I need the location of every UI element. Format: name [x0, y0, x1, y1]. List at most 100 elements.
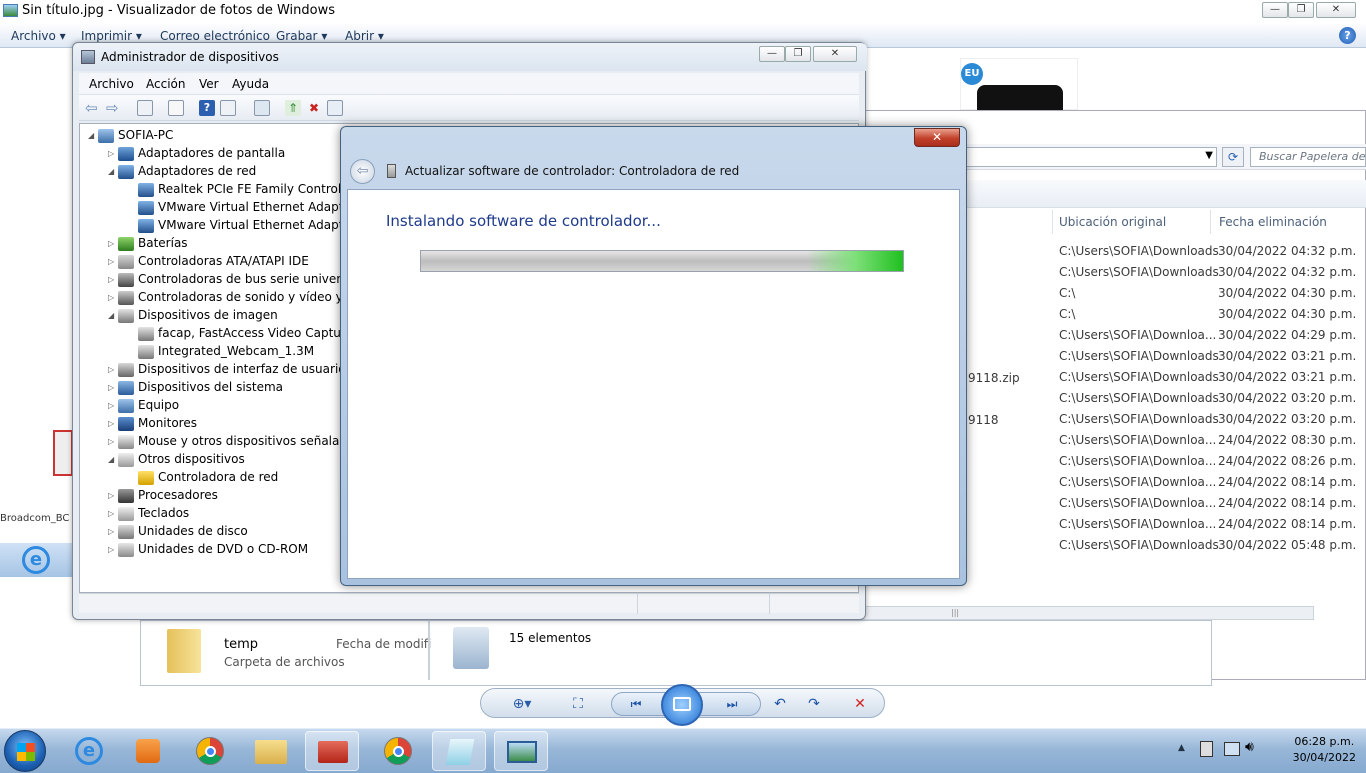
address-bar[interactable]: ▼ — [965, 147, 1217, 167]
previous-icon[interactable]: ⏮ — [625, 695, 647, 713]
dm-menu-ayuda[interactable]: Ayuda — [232, 77, 269, 91]
refresh-icon[interactable]: ⟳ — [1222, 147, 1244, 167]
column-ubicacion[interactable]: Ubicación original — [1059, 215, 1166, 229]
taskbar-toolbox[interactable] — [305, 731, 359, 771]
dm-minimize-button[interactable]: — — [759, 46, 785, 62]
actual-size-icon[interactable]: ⛶ — [567, 695, 589, 713]
expander-icon[interactable]: ◢ — [88, 127, 98, 145]
tree-node[interactable]: ▷ Procesadores — [108, 486, 218, 504]
tree-node[interactable]: ◢ Adaptadores de red — [108, 162, 256, 180]
tree-node[interactable]: Realtek PCIe FE Family Controller — [128, 180, 357, 198]
tree-node[interactable]: ▷ Equipo — [108, 396, 179, 414]
tree-node[interactable]: ◢ Dispositivos de imagen — [108, 306, 278, 324]
chevron-down-icon[interactable]: ▼ — [1205, 150, 1213, 161]
tree-node[interactable]: facap, FastAccess Video Capture — [128, 324, 353, 342]
help-icon[interactable]: ? — [199, 100, 215, 116]
menu-imprimir[interactable]: Imprimir ▾ — [81, 29, 142, 43]
dm-menu-archivo[interactable]: Archivo — [89, 77, 134, 91]
tree-node[interactable]: Integrated_Webcam_1.3M — [128, 342, 314, 360]
search-input[interactable]: Buscar Papelera de r — [1250, 147, 1366, 167]
expander-icon[interactable]: ▷ — [108, 397, 118, 415]
expander-icon[interactable]: ▷ — [108, 145, 118, 163]
tree-node[interactable]: ▷ Teclados — [108, 504, 189, 522]
start-button[interactable] — [4, 730, 46, 772]
expander-icon[interactable]: ▷ — [108, 361, 118, 379]
expander-icon[interactable]: ▷ — [108, 379, 118, 397]
console-tree-icon[interactable] — [137, 100, 153, 116]
tree-node[interactable]: ▷ Unidades de DVD o CD-ROM — [108, 540, 308, 558]
horizontal-scrollbar[interactable]: ||| — [860, 606, 1314, 620]
expander-icon[interactable]: ◢ — [108, 451, 118, 469]
taskbar-media-player[interactable] — [122, 731, 176, 771]
taskbar-notepad[interactable] — [432, 731, 486, 771]
close-button[interactable]: ✕ — [1316, 2, 1356, 18]
wizard-back-button[interactable]: ⇦ — [350, 159, 375, 184]
tree-node[interactable]: ▷ Dispositivos del sistema — [108, 378, 283, 396]
help-icon[interactable]: ? — [1339, 27, 1356, 44]
tree-node[interactable]: ▷ Controladoras ATA/ATAPI IDE — [108, 252, 309, 270]
dm-close-button[interactable]: ✕ — [813, 46, 857, 62]
dm-menu-accion[interactable]: Acción — [146, 77, 185, 91]
disable-device-icon[interactable] — [327, 100, 343, 116]
tree-node[interactable]: ▷ Unidades de disco — [108, 522, 248, 540]
volume-icon[interactable]: 🔊︎ — [1245, 739, 1254, 755]
expander-icon[interactable]: ▷ — [108, 487, 118, 505]
expander-icon[interactable]: ◢ — [108, 163, 118, 181]
taskbar-explorer[interactable] — [244, 731, 298, 771]
back-arrow-icon[interactable]: ⇦ — [85, 100, 101, 116]
zoom-icon[interactable]: ⊕▾ — [511, 695, 533, 713]
tree-node[interactable]: ▷ Mouse y otros dispositivos señaladore — [108, 432, 366, 450]
taskbar-chrome-2[interactable] — [371, 731, 425, 771]
menu-archivo[interactable]: Archivo ▾ — [11, 29, 66, 43]
delete-icon[interactable]: ✕ — [849, 695, 871, 713]
usb-device-icon[interactable] — [1200, 741, 1213, 757]
expander-icon[interactable]: ▷ — [108, 523, 118, 541]
scan-hardware-icon[interactable] — [254, 100, 270, 116]
minimize-button[interactable]: — — [1262, 2, 1288, 18]
dm-maximize-button[interactable]: ❐ — [785, 46, 811, 62]
view-icon[interactable] — [220, 100, 236, 116]
properties-icon[interactable] — [168, 100, 184, 116]
tree-node[interactable]: ◢ SOFIA-PC — [88, 126, 173, 144]
show-hidden-icons-icon[interactable]: ▲ — [1178, 743, 1185, 753]
clock[interactable]: 06:28 p.m. 30/04/2022 — [1293, 734, 1356, 766]
expander-icon[interactable]: ▷ — [108, 271, 118, 289]
expander-icon[interactable]: ▷ — [108, 253, 118, 271]
expander-icon[interactable]: ▷ — [108, 415, 118, 433]
tree-node[interactable]: ▷ Controladoras de bus serie universal — [108, 270, 358, 288]
tree-node[interactable]: ▷ Monitores — [108, 414, 197, 432]
expander-icon[interactable]: ▷ — [108, 433, 118, 451]
tree-node[interactable]: VMware Virtual Ethernet Adapter f — [128, 216, 364, 234]
taskbar-internet-explorer[interactable]: e — [62, 731, 116, 771]
menu-abrir[interactable]: Abrir ▾ — [345, 29, 384, 43]
taskbar-chrome[interactable] — [183, 731, 237, 771]
tree-node[interactable]: ▷ Controladoras de sonido y vídeo y dis — [108, 288, 364, 306]
taskbar-photo-viewer[interactable] — [494, 731, 548, 771]
expander-icon[interactable]: ▷ — [108, 235, 118, 253]
tree-node[interactable]: Controladora de red — [128, 468, 278, 486]
wizard-close-button[interactable]: ✕ — [914, 128, 960, 147]
expander-icon[interactable]: ▷ — [108, 541, 118, 559]
maximize-button[interactable]: ❐ — [1288, 2, 1314, 18]
action-center-icon[interactable] — [1224, 742, 1240, 756]
expander-icon[interactable]: ◢ — [108, 307, 118, 325]
update-driver-icon[interactable]: ⇑ — [285, 100, 301, 116]
column-fecha[interactable]: Fecha eliminación — [1219, 215, 1327, 229]
expander-icon[interactable]: ▷ — [108, 289, 118, 307]
menu-grabar[interactable]: Grabar ▾ — [276, 29, 327, 43]
dm-menu-ver[interactable]: Ver — [199, 77, 219, 91]
tree-node[interactable]: VMware Virtual Ethernet Adapter f — [128, 198, 364, 216]
tree-node[interactable]: ▷ Adaptadores de pantalla — [108, 144, 285, 162]
menu-correo[interactable]: Correo electrónico — [160, 29, 270, 43]
next-icon[interactable]: ⏭ — [721, 695, 743, 713]
forward-arrow-icon[interactable]: ⇨ — [106, 100, 122, 116]
rotate-left-icon[interactable]: ↶ — [769, 695, 791, 713]
expander-icon[interactable]: ▷ — [108, 505, 118, 523]
tree-node[interactable]: ◢ Otros dispositivos — [108, 450, 245, 468]
rotate-right-icon[interactable]: ↷ — [803, 695, 825, 713]
tree-node-label: facap, FastAccess Video Capture — [158, 326, 353, 340]
slideshow-button[interactable] — [661, 684, 703, 726]
uninstall-icon[interactable]: ✖ — [306, 100, 322, 116]
tree-node[interactable]: ▷ Baterías — [108, 234, 188, 252]
tree-node[interactable]: ▷ Dispositivos de interfaz de usuario (HI — [108, 360, 367, 378]
